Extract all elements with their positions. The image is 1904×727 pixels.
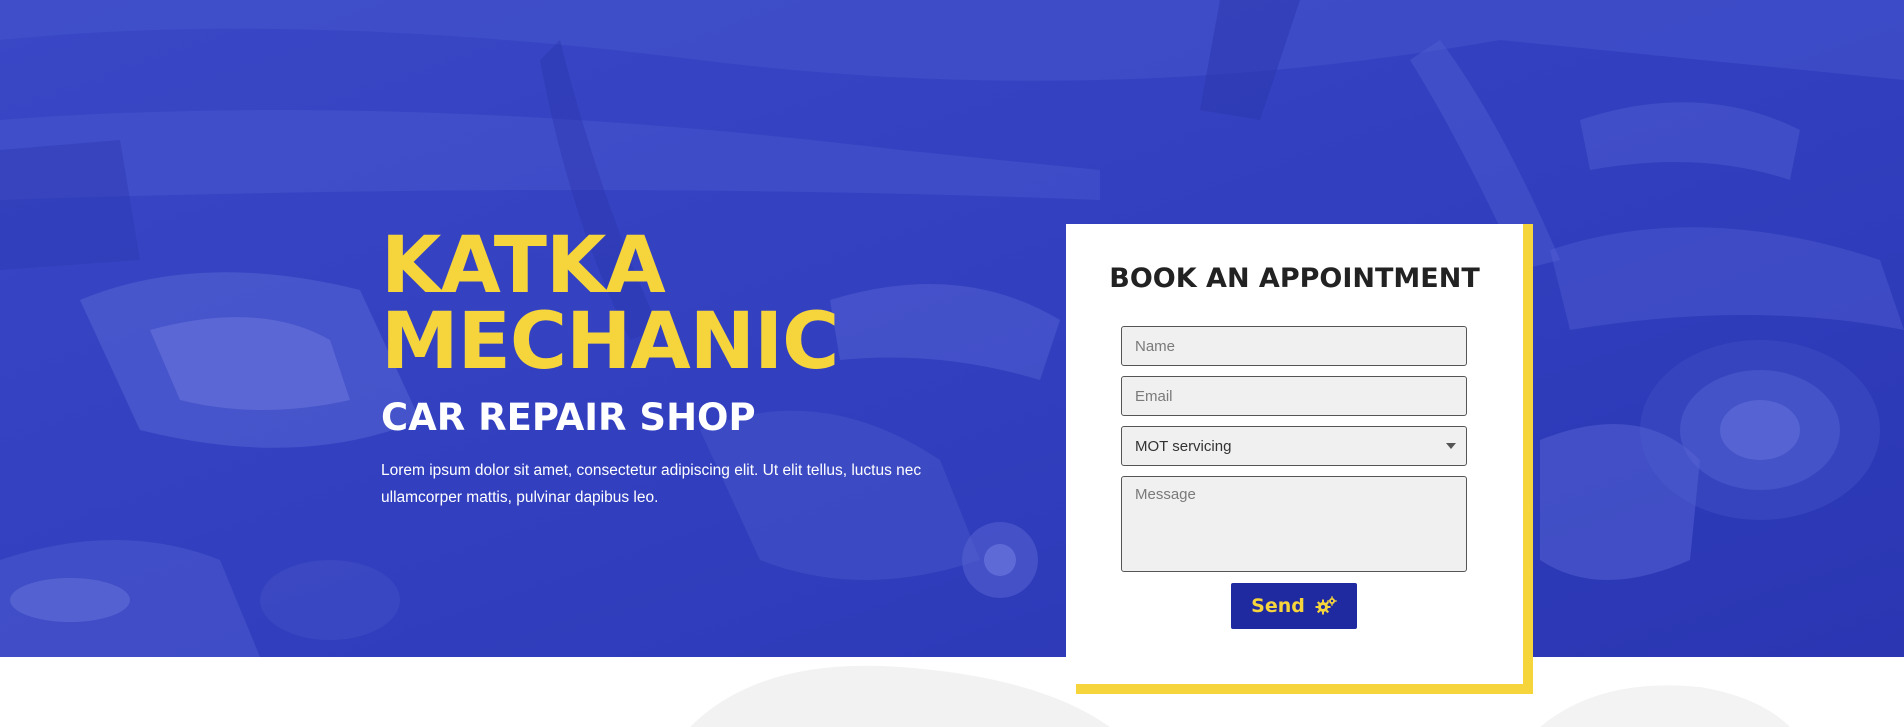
- send-button-label: Send: [1251, 595, 1305, 617]
- headline-line-2: MECHANIC: [381, 297, 839, 387]
- booking-title: BOOK AN APPOINTMENT: [1109, 263, 1480, 294]
- chevron-down-icon: [1446, 443, 1456, 449]
- service-select-value: MOT servicing: [1135, 437, 1232, 455]
- gears-icon: [1315, 596, 1337, 616]
- brand-headline: KATKA MECHANIC: [381, 221, 839, 387]
- name-input[interactable]: [1121, 326, 1467, 366]
- booking-form-card: BOOK AN APPOINTMENT MOT servicing Send: [1066, 224, 1523, 684]
- hero-background-image: [0, 0, 1904, 657]
- hero-subtitle: CAR REPAIR SHOP: [381, 396, 756, 439]
- send-button[interactable]: Send: [1231, 583, 1357, 629]
- hero-section: KATKA MECHANIC CAR REPAIR SHOP Lorem ips…: [0, 0, 1904, 657]
- next-section-strip: [0, 657, 1904, 727]
- headline-line-1: KATKA: [381, 221, 666, 311]
- background-watermark: [690, 665, 1790, 727]
- message-textarea[interactable]: [1121, 476, 1467, 572]
- page: KATKA MECHANIC CAR REPAIR SHOP Lorem ips…: [0, 0, 1904, 727]
- service-select[interactable]: MOT servicing: [1121, 426, 1467, 466]
- hero-description: Lorem ipsum dolor sit amet, consectetur …: [381, 462, 922, 506]
- email-input[interactable]: [1121, 376, 1467, 416]
